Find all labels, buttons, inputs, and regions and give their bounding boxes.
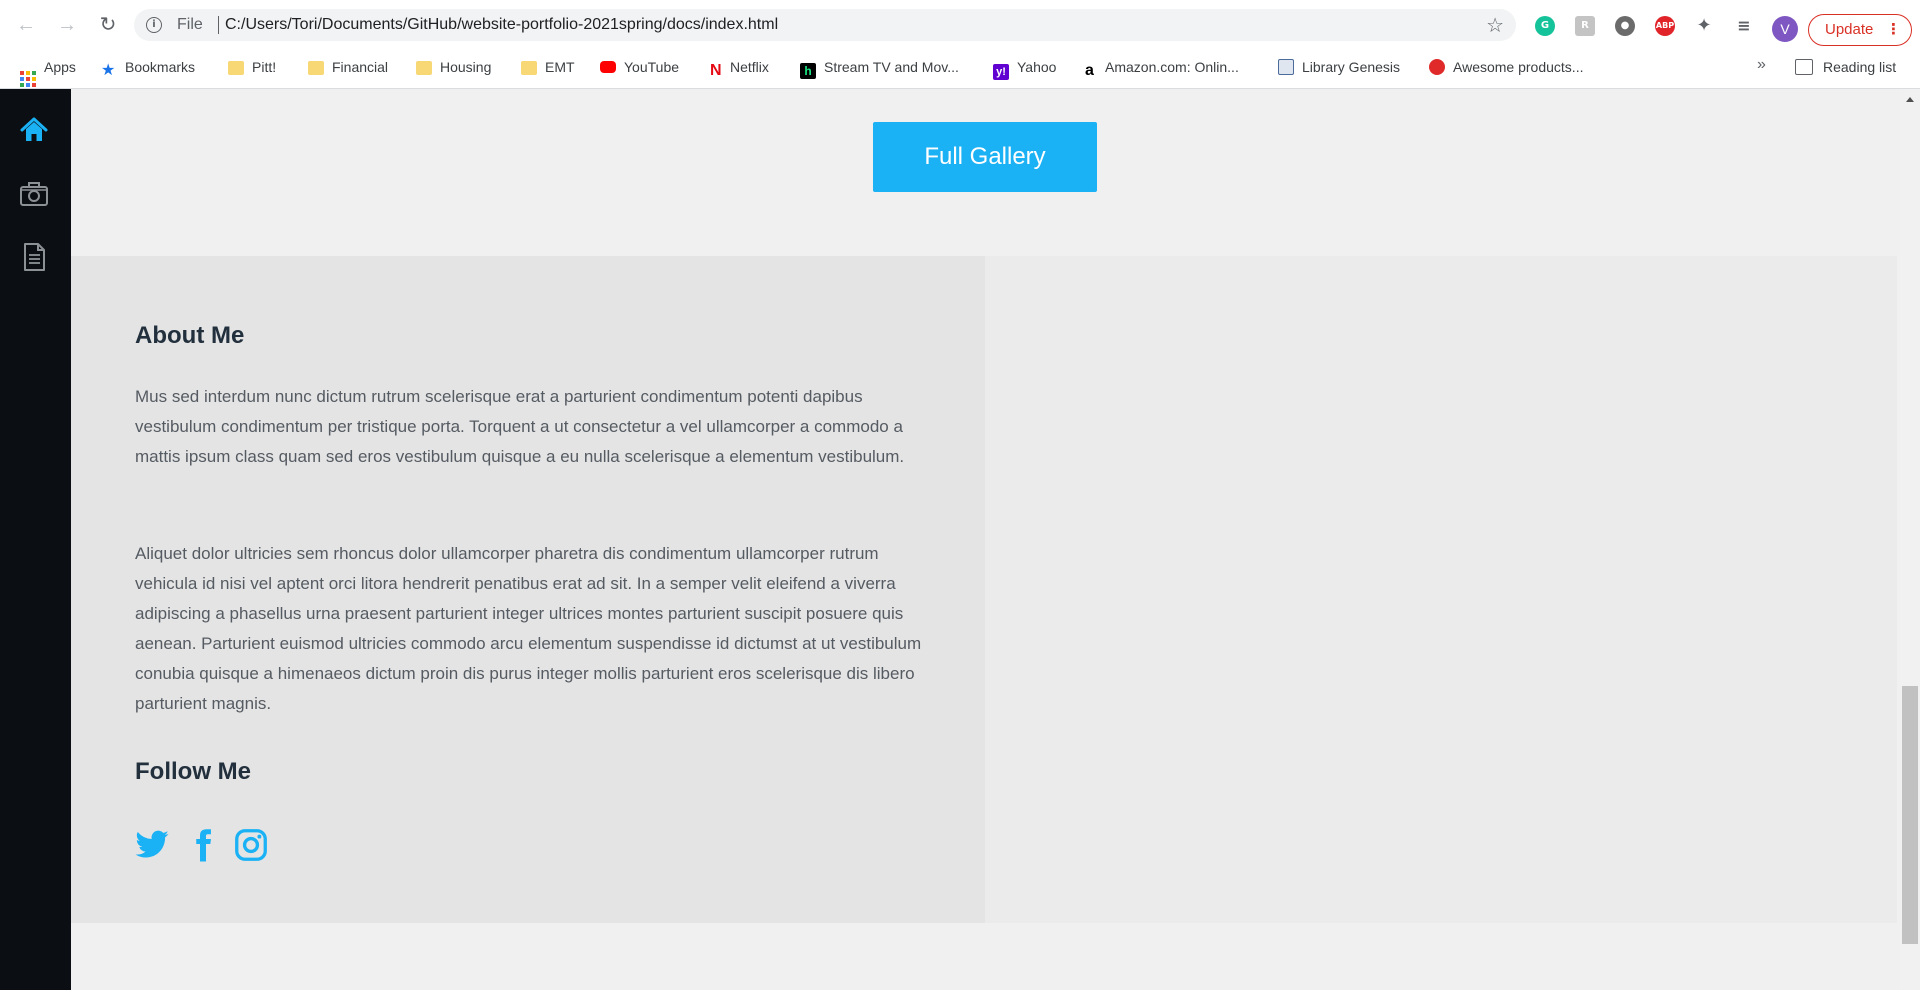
bookmark-star-icon[interactable]: ☆ — [1486, 13, 1504, 38]
facebook-icon[interactable] — [185, 827, 221, 863]
shield-extension-icon[interactable]: ● — [1615, 16, 1635, 36]
bookmark-housing[interactable]: Housing — [416, 57, 491, 77]
omnibox-divider — [218, 16, 219, 34]
site-info-icon[interactable]: i — [146, 17, 162, 33]
apps-grid-icon — [20, 71, 36, 87]
document-icon[interactable] — [19, 242, 49, 272]
menu-dots-icon: ⋮ — [1886, 21, 1901, 38]
reading-list-button[interactable]: Reading list — [1795, 57, 1896, 77]
reading-list-icon — [1795, 59, 1813, 75]
bookmark-label: Bookmarks — [125, 59, 196, 75]
netflix-icon: N — [710, 62, 722, 79]
folder-icon — [521, 61, 537, 75]
adblock-plus-icon[interactable]: ABP — [1655, 16, 1675, 36]
back-icon[interactable]: ← — [14, 13, 38, 37]
grammarly-icon[interactable]: G — [1535, 16, 1555, 36]
about-title: About Me — [135, 322, 245, 349]
bookmark-netflix[interactable]: N Netflix — [710, 57, 769, 79]
side-nav — [0, 89, 71, 990]
bookmark-label: Amazon.com: Onlin... — [1105, 59, 1239, 75]
folder-icon — [228, 61, 244, 75]
bookmark-emt[interactable]: EMT — [521, 57, 575, 77]
awesome-icon — [1429, 59, 1445, 75]
bookmarks-more-button[interactable]: » — [1757, 56, 1766, 74]
bookmark-amazon[interactable]: a Amazon.com: Onlin... — [1085, 57, 1239, 79]
instagram-icon[interactable] — [233, 827, 269, 863]
bookmark-label: Housing — [440, 59, 492, 75]
update-label: Update — [1825, 21, 1874, 38]
scheme-label: File — [177, 16, 203, 33]
about-paragraph-1: Mus sed interdum nunc dictum rutrum scel… — [135, 387, 905, 466]
reload-icon[interactable]: ↻ — [96, 13, 120, 37]
bookmark-financial[interactable]: Financial — [308, 57, 388, 77]
extension-gray-icon[interactable]: R — [1575, 16, 1595, 36]
right-panel — [985, 256, 1897, 923]
bookmark-apps[interactable]: Apps — [20, 57, 76, 87]
page-scrollbar[interactable] — [1900, 89, 1920, 990]
bookmark-pitt[interactable]: Pitt! — [228, 57, 276, 77]
bookmark-label: Yahoo — [1017, 59, 1057, 75]
star-icon: ★ — [101, 62, 116, 79]
about-paragraph-2: Aliquet dolor ultricies sem rhoncus dolo… — [135, 544, 922, 713]
browser-toolbar: ← → ↻ i File C:/Users/Tori/Documents/Git… — [0, 5, 1920, 46]
twitter-icon[interactable] — [134, 827, 170, 863]
bookmark-label: Stream TV and Mov... — [824, 59, 959, 75]
hulu-icon: h — [800, 63, 816, 79]
bookmark-youtube[interactable]: YouTube — [600, 57, 679, 77]
forward-icon[interactable]: → — [55, 13, 79, 37]
bookmark-label: Netflix — [730, 59, 769, 75]
url-text[interactable]: C:/Users/Tori/Documents/GitHub/website-p… — [225, 16, 778, 34]
reading-list-label: Reading list — [1823, 59, 1897, 75]
scroll-thumb[interactable] — [1902, 686, 1918, 944]
library-icon — [1278, 59, 1294, 75]
update-button[interactable]: Update ⋮ — [1808, 14, 1912, 46]
media-queue-icon[interactable]: ≡ — [1734, 16, 1754, 36]
follow-title: Follow Me — [135, 758, 251, 785]
bookmark-hulu[interactable]: h Stream TV and Mov... — [800, 57, 959, 79]
bookmark-label: Pitt! — [252, 59, 277, 75]
bookmark-library-genesis[interactable]: Library Genesis — [1278, 57, 1400, 77]
bookmarks-bar: Apps ★ Bookmarks Pitt! Financial Housing … — [0, 52, 1920, 87]
bookmark-label: Financial — [332, 59, 389, 75]
youtube-icon — [600, 61, 616, 73]
amazon-icon: a — [1085, 62, 1094, 79]
address-bar[interactable]: i File C:/Users/Tori/Documents/GitHub/we… — [134, 9, 1516, 41]
bookmark-awesome-products[interactable]: Awesome products... — [1429, 57, 1583, 77]
bookmark-bookmarks[interactable]: ★ Bookmarks — [101, 57, 196, 79]
browser-chrome: ← → ↻ i File C:/Users/Tori/Documents/Git… — [0, 0, 1920, 89]
bookmark-yahoo[interactable]: y! Yahoo — [993, 57, 1057, 80]
bookmark-label: Apps — [44, 59, 76, 75]
bookmark-label: Awesome products... — [1453, 59, 1584, 75]
home-icon[interactable] — [19, 115, 49, 145]
folder-icon — [416, 61, 432, 75]
profile-avatar[interactable]: V — [1772, 16, 1798, 42]
bookmark-label: YouTube — [624, 59, 680, 75]
extensions-puzzle-icon[interactable]: ✦ — [1694, 16, 1714, 36]
folder-icon — [308, 61, 324, 75]
camera-icon[interactable] — [19, 179, 49, 209]
bookmark-label: EMT — [545, 59, 575, 75]
scroll-up-arrow-icon[interactable] — [1906, 97, 1914, 102]
full-gallery-button[interactable]: Full Gallery — [873, 122, 1097, 192]
yahoo-icon: y! — [993, 64, 1009, 80]
bookmark-label: Library Genesis — [1302, 59, 1401, 75]
